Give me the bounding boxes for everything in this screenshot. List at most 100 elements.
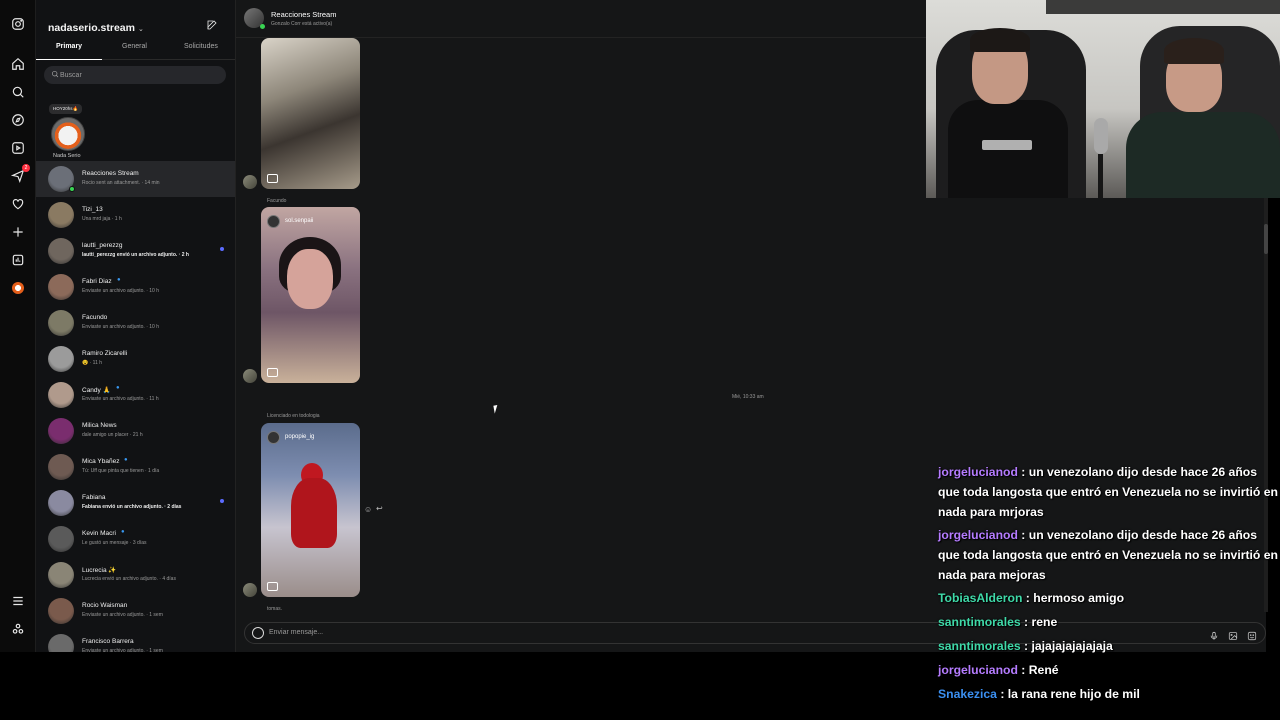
home-icon[interactable] [10, 56, 26, 72]
account-switcher[interactable]: nadaserio.stream ⌄ [48, 18, 224, 34]
explore-icon[interactable] [10, 112, 26, 128]
reels-icon[interactable] [10, 140, 26, 156]
stream-chat-username: Snakezica [938, 687, 997, 701]
shared-reel-photo[interactable]: popopie_ig [261, 423, 360, 597]
conversation-avatar[interactable] [48, 310, 74, 336]
stream-chat-username: sanntimorales [938, 615, 1021, 629]
unread-dot [220, 499, 224, 503]
sender-name: tomas. [267, 606, 283, 612]
conversation-preview: dale amigo un placer · 21 h [82, 432, 143, 438]
conversation-item[interactable]: Francisco Barrera Enviaste un archivo adj… [36, 629, 235, 652]
webcam-overlay [926, 0, 1280, 198]
profile-avatar-icon[interactable] [10, 280, 26, 296]
chevron-down-icon[interactable]: ⌄ [138, 26, 144, 33]
tab-requests[interactable]: Solicitudes [184, 43, 218, 50]
reel-icon [267, 368, 278, 377]
messages-icon[interactable]: 2 [10, 164, 30, 184]
conversation-avatar[interactable] [48, 634, 74, 652]
verified-badge-icon: ● [124, 457, 128, 463]
stream-chat-separator: : [996, 687, 1008, 701]
chat-title[interactable]: Reacciones Stream [271, 10, 336, 19]
menu-hamburger-icon[interactable] [10, 593, 26, 609]
reel-thumbnail-face [287, 249, 333, 309]
conversation-avatar[interactable] [48, 418, 74, 444]
message-input[interactable]: Enviar mensaje... [269, 629, 323, 636]
reel-icon [267, 582, 278, 591]
conversation-preview: Rocio sent an attachment. · 14 min [82, 180, 160, 186]
conversation-item[interactable]: Fabiana Fabiana envió un archivo adjunto.… [36, 485, 235, 521]
instagram-logo-icon[interactable] [10, 16, 26, 32]
stream-chat-text: jajajajajajajaja [1031, 639, 1113, 653]
chat-header[interactable]: Reacciones Stream Gonzalo Corr está acti… [236, 0, 926, 38]
microphone [1094, 118, 1108, 154]
conversation-avatar[interactable] [48, 238, 74, 264]
conversation-name: Fabri Diaz [82, 278, 112, 285]
conversation-item[interactable]: Ramiro Zicarelli 😵 · 11 h [36, 341, 235, 377]
note-bubble[interactable]: HOY20hs🔥 [49, 104, 83, 114]
conversation-item[interactable]: Lucrecia ✨ Lucrecia envió un archivo adju… [36, 557, 235, 593]
sender-avatar[interactable] [243, 583, 257, 597]
stream-chat-username: jorgelucianod [938, 663, 1018, 677]
reply-icon[interactable]: ↩ [376, 504, 383, 513]
notifications-heart-icon[interactable] [10, 196, 26, 212]
unread-dot [220, 247, 224, 251]
conversation-item[interactable]: Rocio Waisman Enviaste un archivo adjunto… [36, 593, 235, 629]
tab-general[interactable]: General [122, 43, 147, 50]
sender-avatar[interactable] [243, 175, 257, 189]
reel-thumbnail-figure [291, 478, 337, 548]
conversation-preview: lautti_perezzg envió un archivo adjunto.… [82, 252, 189, 258]
note-owner-name: Nada Serio [53, 153, 81, 159]
conversation-avatar[interactable] [48, 598, 74, 624]
conversation-avatar[interactable] [48, 454, 74, 480]
microphone-arm [1098, 154, 1103, 198]
conversation-name: Rocio Waisman [82, 602, 128, 609]
conversation-avatar[interactable] [48, 526, 74, 552]
shared-post-photo[interactable] [261, 38, 360, 189]
tab-primary[interactable]: Primary [56, 43, 82, 50]
stream-chat-separator: : [1017, 663, 1029, 677]
new-message-icon[interactable] [206, 18, 220, 32]
conversation-avatar[interactable] [48, 490, 74, 516]
create-plus-icon[interactable] [10, 224, 26, 240]
conversation-avatar[interactable] [48, 382, 74, 408]
conversation-item[interactable]: lautti_perezzg lautti_perezzg envió un ar… [36, 233, 235, 269]
stream-chat-separator: : [1020, 639, 1032, 653]
stream-chat-text: hermoso amigo [1033, 591, 1125, 605]
conversation-item[interactable]: Candy 🙏 ● Enviaste un archivo adjunto. · 1… [36, 377, 235, 413]
conversation-preview: Enviaste un archivo adjunto. · 11 h [82, 396, 159, 402]
conversation-name: Fabiana [82, 494, 106, 501]
conversation-name: Facundo [82, 314, 108, 321]
conversation-item[interactable]: Tizi_13 Una mrd jaja · 1 h [36, 197, 235, 233]
conversation-name: Milica News [82, 422, 117, 429]
conversation-name: Mica Ybañez [82, 458, 120, 465]
sender-avatar[interactable] [243, 369, 257, 383]
nav-rail: 2 [0, 0, 36, 652]
emoji-icon[interactable] [252, 627, 264, 639]
message-timestamp: Mié, 10:33 am [732, 394, 764, 400]
account-name[interactable]: nadaserio.stream [48, 22, 135, 34]
reel-author-avatar [267, 215, 280, 228]
conversation-name: Tizi_13 [82, 206, 103, 213]
conversation-item[interactable]: Fabri Diaz ● Enviaste un archivo adjunto. … [36, 269, 235, 305]
conversation-avatar[interactable] [48, 562, 74, 588]
reel-author-handle: popopie_ig [285, 434, 315, 440]
online-indicator [260, 24, 265, 29]
conversation-preview: Fabiana envió un archivo adjunto. · 2 dí… [82, 504, 182, 510]
conversation-avatar[interactable] [48, 202, 74, 228]
search-input[interactable]: Buscar [44, 66, 226, 84]
conversation-name: Kevin Macri [82, 530, 116, 537]
conversation-avatar[interactable] [48, 274, 74, 300]
conversation-item[interactable]: Facundo Enviaste un archivo adjunto. · 10… [36, 305, 235, 341]
react-emoji-icon[interactable]: ☺ [364, 505, 372, 514]
note-avatar[interactable] [51, 117, 85, 151]
conversation-item[interactable]: Kevin Macri ● Le gustó un mensaje · 3 días [36, 521, 235, 557]
meta-apps-icon[interactable] [10, 621, 26, 637]
conversation-item[interactable]: Milica News dale amigo un placer · 21 h [36, 413, 235, 449]
search-icon[interactable] [10, 84, 26, 100]
conversation-avatar[interactable] [48, 346, 74, 372]
conversation-item[interactable]: Mica Ybañez ● Tú: Uff que pinta que tienen… [36, 449, 235, 485]
stream-chat-message: Snakezica : la rana rene hijo de mil [936, 684, 1280, 704]
shared-reel-photo[interactable]: sol.senpaii [261, 207, 360, 383]
dashboard-icon[interactable] [10, 252, 26, 268]
conversation-item[interactable]: Reacciones Stream Rocio sent an attachmen… [36, 161, 235, 197]
